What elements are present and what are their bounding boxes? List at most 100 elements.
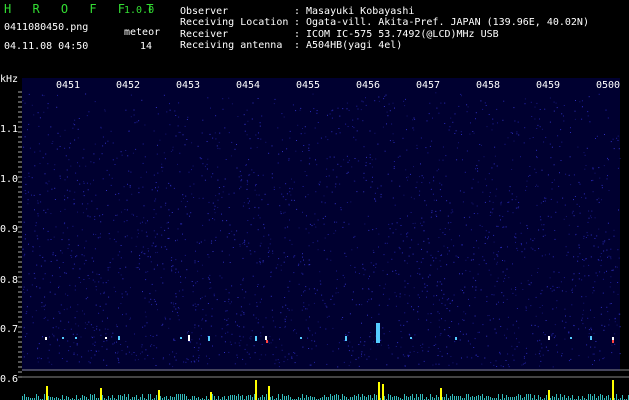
- noise-speck: [323, 195, 325, 197]
- noise-speck: [104, 110, 106, 112]
- noise-speck: [69, 147, 71, 149]
- noise-speck: [126, 220, 128, 222]
- noise-speck: [327, 114, 328, 116]
- noise-speck: [432, 257, 434, 259]
- noise-speck: [392, 140, 394, 142]
- noise-speck: [215, 138, 217, 140]
- noise-speck: [466, 356, 468, 358]
- noise-speck: [107, 140, 109, 142]
- noise-speck: [93, 233, 94, 235]
- noise-speck: [576, 203, 578, 205]
- noise-speck: [489, 215, 491, 216]
- noise-speck: [445, 175, 447, 177]
- histogram-bar: [338, 395, 339, 400]
- noise-speck: [28, 273, 30, 275]
- noise-speck: [332, 350, 334, 352]
- noise-speck: [571, 289, 573, 291]
- noise-speck: [356, 105, 358, 107]
- noise-speck: [419, 273, 421, 275]
- noise-speck: [125, 109, 127, 111]
- noise-speck: [156, 334, 158, 336]
- noise-speck: [403, 194, 405, 196]
- noise-speck: [502, 301, 504, 303]
- noise-speck: [592, 292, 594, 294]
- noise-speck: [460, 131, 462, 133]
- noise-speck: [178, 271, 179, 273]
- noise-speck: [476, 165, 478, 167]
- noise-speck: [433, 260, 435, 262]
- noise-speck: [72, 333, 74, 335]
- noise-speck: [208, 278, 210, 280]
- meteor-count: 14: [140, 41, 153, 52]
- noise-speck: [298, 263, 300, 265]
- noise-speck: [531, 274, 533, 276]
- noise-speck: [401, 337, 403, 339]
- noise-speck: [496, 254, 498, 256]
- noise-speck: [460, 93, 462, 95]
- noise-speck: [228, 193, 230, 195]
- noise-speck: [361, 322, 362, 324]
- noise-speck: [184, 239, 186, 241]
- noise-speck: [578, 355, 580, 357]
- noise-speck: [67, 340, 69, 342]
- receiver-label: Receiver: [180, 29, 229, 40]
- noise-speck: [488, 315, 490, 316]
- noise-speck: [118, 193, 120, 195]
- histogram-bar: [178, 394, 179, 400]
- histogram-peak: [378, 382, 380, 400]
- noise-speck: [109, 238, 111, 240]
- noise-speck: [77, 235, 79, 237]
- noise-speck: [61, 358, 63, 359]
- noise-speck: [358, 365, 360, 367]
- noise-speck: [135, 245, 137, 247]
- noise-speck: [283, 361, 285, 363]
- noise-speck: [245, 164, 247, 166]
- noise-speck: [433, 345, 435, 346]
- noise-speck: [125, 313, 127, 315]
- noise-speck: [416, 181, 418, 183]
- histogram-bar: [564, 395, 565, 400]
- noise-speck: [138, 263, 140, 265]
- noise-speck: [586, 344, 588, 346]
- observer-label: Observer: [180, 6, 229, 17]
- noise-speck: [536, 157, 538, 159]
- noise-speck: [588, 333, 590, 335]
- noise-speck: [375, 267, 377, 268]
- noise-speck: [143, 205, 145, 207]
- noise-speck: [259, 261, 261, 263]
- noise-speck: [43, 318, 45, 319]
- noise-speck: [370, 298, 372, 300]
- noise-speck: [136, 236, 138, 238]
- noise-speck: [368, 356, 370, 358]
- histogram-bar: [516, 396, 517, 400]
- histogram-bar: [76, 395, 77, 400]
- noise-speck: [506, 268, 508, 270]
- noise-speck: [603, 250, 605, 252]
- noise-speck: [575, 233, 577, 235]
- noise-speck: [590, 215, 592, 217]
- noise-speck: [262, 261, 264, 263]
- noise-speck: [428, 346, 430, 348]
- noise-speck: [83, 191, 85, 193]
- noise-speck: [592, 364, 593, 365]
- noise-speck: [170, 185, 172, 187]
- noise-speck: [319, 326, 321, 328]
- noise-speck: [191, 332, 193, 334]
- noise-speck: [407, 283, 409, 285]
- histogram-bar: [456, 396, 457, 400]
- meteor-echo: [62, 337, 64, 339]
- meteor-echo: [208, 336, 210, 341]
- noise-speck: [570, 358, 572, 360]
- noise-speck: [164, 158, 166, 160]
- noise-speck: [161, 163, 163, 165]
- noise-speck: [539, 365, 540, 367]
- noise-speck: [351, 249, 353, 251]
- noise-speck: [35, 225, 37, 227]
- noise-speck: [393, 161, 395, 162]
- noise-speck: [531, 324, 533, 326]
- noise-speck: [440, 265, 442, 267]
- noise-speck: [101, 346, 103, 348]
- noise-speck: [242, 205, 244, 207]
- histogram-bar: [588, 394, 589, 400]
- noise-speck: [541, 289, 543, 291]
